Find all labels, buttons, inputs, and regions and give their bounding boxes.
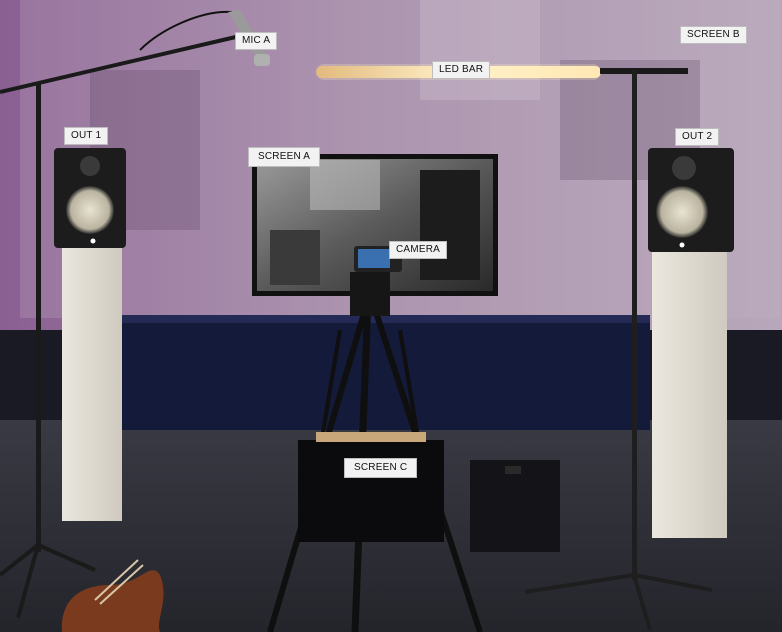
out-2-speaker [648, 148, 734, 538]
label-out-1: OUT 1 [64, 127, 109, 145]
label-led-bar: LED BAR [432, 61, 491, 79]
label-screen-a: SCREEN A [248, 147, 321, 167]
label-camera: CAMERA [389, 241, 447, 259]
label-mic-a: MIC A [235, 32, 278, 50]
studio-scene [0, 0, 782, 632]
screen-c-monitor [298, 432, 444, 542]
out-1-speaker [54, 148, 126, 521]
floor-box-handle [505, 466, 521, 474]
label-screen-c: SCREEN C [344, 458, 418, 478]
label-screen-b: SCREEN B [680, 26, 747, 44]
label-out-2: OUT 2 [675, 128, 720, 146]
